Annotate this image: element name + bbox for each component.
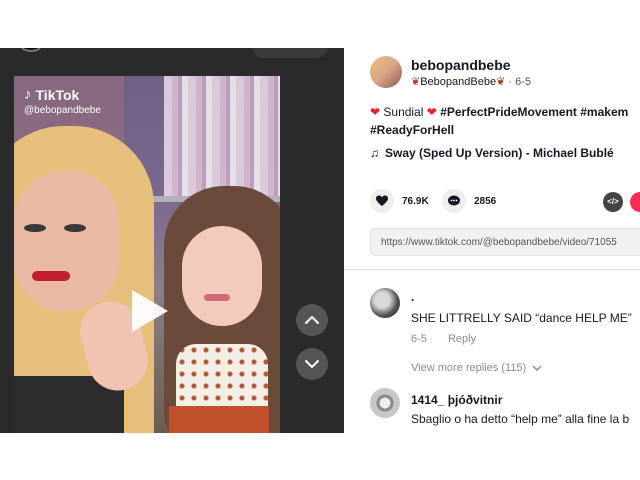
butterfly-icon: ❦ xyxy=(411,76,421,88)
hashtag-link[interactable]: #PerfectPrideMovement xyxy=(440,105,577,119)
view-replies-label: View more replies (115) xyxy=(411,362,527,374)
share-icon[interactable] xyxy=(630,192,640,212)
comment-button[interactable] xyxy=(442,189,466,213)
caption-text: Sundial xyxy=(383,105,424,119)
music-note-icon: ♫ xyxy=(370,146,379,160)
video-child-skirt xyxy=(169,406,269,433)
comment-avatar[interactable] xyxy=(370,388,400,418)
butterfly-icon: ❦ xyxy=(496,76,506,88)
hashtag-link[interactable]: #ReadyForHell xyxy=(370,123,454,137)
like-count: 76.9K xyxy=(402,195,429,207)
copy-link-field[interactable]: https://www.tiktok.com/@bebopandbebe/vid… xyxy=(370,228,640,256)
tiktok-watermark-handle: @bebopandbebe xyxy=(24,105,101,116)
like-stat[interactable]: 76.9K xyxy=(370,189,429,213)
view-more-replies-button[interactable]: View more replies (115) xyxy=(411,362,542,374)
comment-text: SHE LITTRELLY SAID “dance HELP ME” xyxy=(411,311,632,325)
next-video-button[interactable] xyxy=(296,348,328,380)
comment-author[interactable]: . xyxy=(411,290,414,304)
comment-icon xyxy=(448,195,460,206)
search-pill[interactable] xyxy=(252,48,328,58)
video-caption: ❤ Sundial ❤ #PerfectPrideMovement #makem… xyxy=(370,103,640,139)
tiktok-logo-icon[interactable] xyxy=(20,48,42,52)
heart-emoji-icon: ❤ xyxy=(370,105,381,119)
reply-button[interactable]: Reply xyxy=(448,333,476,345)
video-person-eye xyxy=(24,224,46,232)
chevron-up-icon xyxy=(305,315,319,324)
details-panel: bebopandbebe ❦BebopandBebe❦ · 6-5 ❤ Sund… xyxy=(344,48,640,480)
post-date: 6-5 xyxy=(515,76,531,88)
divider xyxy=(344,269,640,270)
embed-icon[interactable]: </> xyxy=(603,192,623,212)
heart-emoji-icon: ❤ xyxy=(426,105,437,119)
author-username[interactable]: bebopandbebe xyxy=(411,57,511,73)
comment-count: 2856 xyxy=(474,195,497,207)
chevron-down-icon xyxy=(532,365,542,372)
like-button[interactable] xyxy=(370,189,394,213)
comment-author[interactable]: 1414_ þjóðvitnir xyxy=(411,393,502,407)
author-avatar[interactable] xyxy=(370,56,402,88)
comment-text: Sbaglio o ha detto “help me” alla fine l… xyxy=(411,412,630,426)
music-link[interactable]: ♫ Sway (Sped Up Version) - Michael Bublé xyxy=(370,146,614,160)
comment-meta: 6-5 Reply xyxy=(411,333,476,345)
video-viewer: ♪ TikTok @bebopandbebe xyxy=(0,48,344,433)
video-person-lips xyxy=(32,271,70,281)
tiktok-watermark-brand: TikTok xyxy=(35,86,80,103)
tiktok-note-icon: ♪ xyxy=(24,86,32,103)
previous-video-button[interactable] xyxy=(296,304,328,336)
comment-stat[interactable]: 2856 xyxy=(442,189,496,213)
hashtag-link[interactable]: #makem xyxy=(580,105,628,119)
video-person-face xyxy=(14,171,119,311)
author-subline: ❦BebopandBebe❦ · 6-5 xyxy=(411,76,531,88)
video-child-lips xyxy=(204,294,230,301)
heart-icon xyxy=(376,195,388,206)
video-background-ribbons xyxy=(164,76,280,196)
video-player[interactable]: ♪ TikTok @bebopandbebe xyxy=(14,76,280,433)
author-display-name: BebopandBebe xyxy=(420,76,497,88)
video-person-eye xyxy=(64,224,86,232)
music-title: Sway (Sped Up Version) - Michael Bublé xyxy=(385,146,614,160)
video-child-face xyxy=(182,226,262,326)
play-icon[interactable] xyxy=(132,290,168,332)
comment-avatar[interactable] xyxy=(370,288,400,318)
tiktok-watermark: ♪ TikTok @bebopandbebe xyxy=(24,86,101,116)
chevron-down-icon xyxy=(305,360,319,369)
comment-date: 6-5 xyxy=(411,333,427,345)
